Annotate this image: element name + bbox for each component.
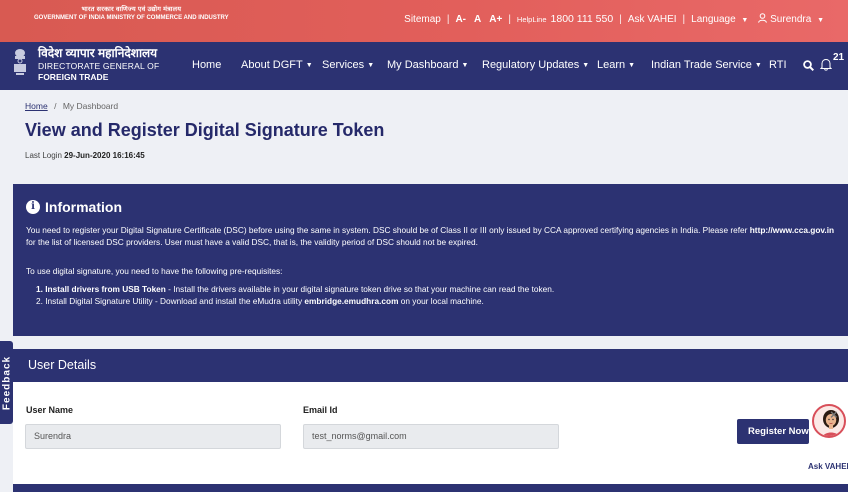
nav-rti-label: RTI bbox=[769, 59, 787, 71]
breadcrumb-separator: / bbox=[54, 101, 57, 111]
helpline-number[interactable]: 1800 111 550 bbox=[551, 13, 614, 25]
nav-services[interactable]: Services ▼ bbox=[322, 59, 374, 71]
chevron-down-icon: ▼ bbox=[817, 17, 824, 24]
dsc-requirement-text: You need to register your Digital Signat… bbox=[26, 224, 846, 248]
utility-links: Sitemap | A- A A+ | HelpLine 1800 111 55… bbox=[404, 13, 824, 25]
dsc-text-part-2: for the list of licensed DSC providers. … bbox=[26, 237, 478, 247]
page-title: View and Register Digital Signature Toke… bbox=[25, 120, 385, 140]
email-label: Email Id bbox=[303, 405, 338, 415]
email-field[interactable]: test_norms@gmail.com bbox=[303, 424, 559, 449]
nav-regulatory-label: Regulatory Updates bbox=[482, 59, 580, 71]
bell-icon[interactable] bbox=[820, 58, 832, 71]
last-login-info: Last Login 29-Jun-2020 16:16:45 bbox=[25, 151, 145, 160]
feedback-label: Feedback bbox=[1, 355, 12, 410]
user-menu[interactable]: Surendra ▼ bbox=[758, 13, 824, 25]
brand-line-2: DIRECTORATE GENERAL OF bbox=[38, 61, 160, 71]
chevron-down-icon: ▼ bbox=[582, 61, 590, 69]
prerequisite-2-tail: on your local machine. bbox=[398, 296, 484, 306]
username-field[interactable]: Surendra bbox=[25, 424, 281, 449]
dsc-text-part-1: You need to register your Digital Signat… bbox=[26, 225, 750, 235]
last-login-label: Last Login bbox=[25, 151, 62, 160]
vahei-avatar bbox=[812, 404, 846, 438]
government-label: भारत सरकार वाणिज्य एवं उद्योग मंत्रालय G… bbox=[34, 5, 229, 23]
font-increase-button[interactable]: A+ bbox=[489, 14, 502, 25]
breadcrumb-current: My Dashboard bbox=[62, 101, 119, 111]
notification-count-badge: 21 bbox=[833, 52, 845, 63]
nav-home-label: Home bbox=[192, 59, 222, 71]
chevron-down-icon: ▼ bbox=[367, 61, 375, 69]
last-login-value: 29-Jun-2020 16:16:45 bbox=[64, 151, 145, 160]
nav-learn[interactable]: Learn ▼ bbox=[597, 59, 635, 71]
nav-indian-trade-service[interactable]: Indian Trade Service ▼ bbox=[651, 59, 762, 71]
search-icon[interactable] bbox=[803, 60, 814, 71]
gov-english-text: GOVERNMENT OF INDIA MINISTRY OF COMMERCE… bbox=[34, 15, 229, 21]
brand-line-3: FOREIGN TRADE bbox=[38, 72, 109, 82]
helpline-label: HelpLine bbox=[516, 14, 547, 24]
cca-link[interactable]: http://www.cca.gov.in bbox=[750, 225, 834, 235]
chevron-down-icon: ▼ bbox=[461, 61, 469, 69]
brand-hindi: विदेश व्यापार महानिदेशालय bbox=[38, 46, 158, 60]
language-dropdown[interactable]: Language ▼ bbox=[691, 14, 748, 25]
information-panel: i Information You need to register your … bbox=[13, 184, 848, 336]
next-section-header bbox=[13, 484, 848, 492]
chevron-down-icon: ▼ bbox=[305, 61, 313, 69]
emudhra-link[interactable]: embridge.emudhra.com bbox=[304, 296, 398, 306]
nav-about[interactable]: About DGFT ▼ bbox=[241, 59, 313, 71]
top-utility-bar: भारत सरकार वाणिज्य एवं उद्योग मंत्रालय G… bbox=[0, 0, 848, 42]
nav-trade-service-label: Indian Trade Service bbox=[651, 59, 752, 71]
national-emblem-icon bbox=[14, 49, 26, 75]
sitemap-link[interactable]: Sitemap bbox=[404, 14, 441, 25]
prerequisite-item-2: 2. Install Digital Signature Utility - D… bbox=[36, 295, 848, 307]
nav-services-label: Services bbox=[322, 59, 365, 71]
information-heading-text: Information bbox=[45, 199, 122, 215]
dgft-logo[interactable]: विदेश व्यापार महानिदेशालय DIRECTORATE GE… bbox=[38, 46, 159, 83]
information-heading: i Information bbox=[26, 199, 122, 215]
font-decrease-button[interactable]: A- bbox=[455, 14, 466, 25]
ask-vahei-link[interactable]: Ask VAHEI bbox=[628, 14, 677, 25]
nav-about-label: About DGFT bbox=[241, 59, 303, 71]
prerequisites-intro: To use digital signature, you need to ha… bbox=[26, 266, 283, 276]
ask-vahei-label[interactable]: Ask VAHEI bbox=[808, 462, 848, 471]
breadcrumb-home-link[interactable]: Home bbox=[25, 101, 48, 111]
ask-vahei-widget[interactable] bbox=[812, 404, 846, 460]
nav-regulatory-updates[interactable]: Regulatory Updates ▼ bbox=[482, 59, 589, 71]
nav-dashboard-label: My Dashboard bbox=[387, 59, 459, 71]
prerequisite-item-1: 1. Install drivers from USB Token - Inst… bbox=[36, 283, 848, 295]
nav-dashboard[interactable]: My Dashboard ▼ bbox=[387, 59, 468, 71]
chevron-down-icon: ▼ bbox=[741, 16, 749, 24]
chevron-down-icon: ▼ bbox=[754, 61, 762, 69]
user-icon bbox=[758, 13, 768, 23]
feedback-tab[interactable]: Feedback bbox=[0, 341, 13, 424]
close-icon[interactable]: × bbox=[830, 407, 838, 422]
user-details-header: User Details bbox=[13, 349, 848, 382]
prerequisite-2-text: 2. Install Digital Signature Utility - D… bbox=[36, 296, 305, 306]
user-details-heading: User Details bbox=[28, 358, 97, 372]
nav-rti[interactable]: RTI bbox=[769, 59, 787, 71]
register-now-button[interactable]: Register Now bbox=[737, 419, 809, 444]
chevron-down-icon: ▼ bbox=[628, 61, 636, 69]
info-icon: i bbox=[26, 200, 40, 214]
username-label: User Name bbox=[26, 405, 74, 415]
user-name: Surendra bbox=[770, 14, 812, 25]
breadcrumb: Home / My Dashboard bbox=[25, 101, 118, 111]
prerequisite-1-title: 1. Install drivers from USB Token bbox=[36, 284, 166, 294]
font-normal-button[interactable]: A bbox=[474, 14, 481, 25]
language-label: Language bbox=[691, 13, 736, 25]
gov-hindi-text: भारत सरकार वाणिज्य एवं उद्योग मंत्रालय bbox=[81, 6, 182, 13]
nav-learn-label: Learn bbox=[597, 59, 626, 71]
main-navigation: विदेश व्यापार महानिदेशालय DIRECTORATE GE… bbox=[0, 42, 848, 90]
nav-home[interactable]: Home bbox=[192, 59, 221, 71]
prerequisite-1-text: - Install the drivers available in your … bbox=[165, 284, 555, 294]
